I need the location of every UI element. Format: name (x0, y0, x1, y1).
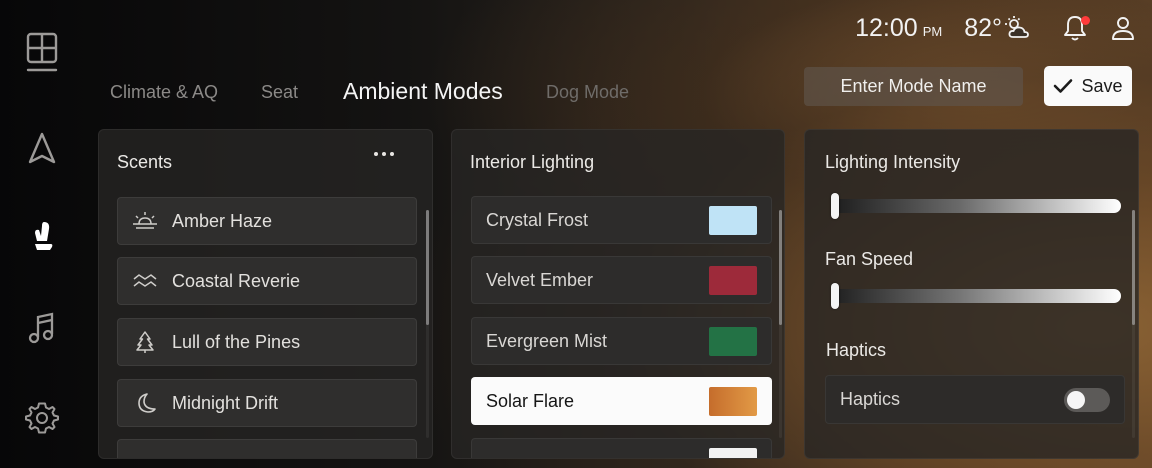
partly-cloudy-icon (1004, 15, 1032, 41)
scents-scrollbar[interactable] (426, 210, 429, 438)
intensity-slider[interactable] (831, 193, 1121, 219)
sunrise-icon (132, 208, 158, 234)
haptics-toggle-label: Haptics (840, 389, 901, 409)
lighting-item-solar-flare[interactable]: Solar Flare (471, 377, 772, 425)
color-swatch (709, 326, 757, 356)
intensity-slider-handle[interactable] (831, 193, 839, 219)
intensity-label: Lighting Intensity (825, 152, 961, 172)
tab-dog-mode[interactable]: Dog Mode (546, 82, 629, 103)
tab-seat[interactable]: Seat (261, 82, 298, 103)
music-icon[interactable] (22, 308, 62, 348)
settings-scrollbar[interactable] (1132, 210, 1135, 438)
toggle-knob (1067, 390, 1085, 409)
scent-item-amber-haze[interactable]: Amber Haze (117, 197, 417, 245)
user-icon[interactable] (1110, 14, 1136, 42)
sidebar (0, 0, 82, 468)
lighting-title: Interior Lighting (470, 152, 595, 172)
scent-item-lull-of-the-pines[interactable]: Lull of the Pines (117, 318, 417, 366)
scent-item-partial[interactable] (117, 439, 417, 458)
status-bar: 12:00 PM 82° (855, 12, 1136, 44)
lighting-label: Crystal Frost (486, 209, 589, 230)
haptics-toggle[interactable] (1064, 387, 1110, 412)
scent-item-coastal-reverie[interactable]: Coastal Reverie (117, 257, 417, 305)
color-swatch (709, 205, 757, 235)
settings-scroll-thumb[interactable] (1132, 210, 1135, 325)
pine-tree-icon (132, 329, 158, 355)
settings-panel: Lighting Intensity Fan Speed Haptics Hap… (804, 129, 1139, 459)
fan-speed-slider-handle[interactable] (831, 283, 839, 309)
scent-label: Midnight Drift (172, 392, 279, 413)
scents-scroll-thumb[interactable] (426, 210, 429, 325)
lighting-scrollbar[interactable] (779, 210, 782, 438)
scents-title: Scents (117, 152, 173, 172)
save-button[interactable]: Save (1044, 66, 1132, 106)
notification-dot (1081, 16, 1090, 25)
scents-panel: Scents Amber Haze Coastal Reverie Lull o… (98, 129, 433, 459)
tab-ambient-modes[interactable]: Ambient Modes (343, 78, 503, 105)
bell-icon[interactable] (1062, 14, 1090, 42)
lighting-panel: Interior Lighting Crystal Frost Velvet E… (451, 129, 785, 459)
haptics-row: Haptics (825, 375, 1125, 424)
fan-speed-slider[interactable] (831, 283, 1121, 309)
lighting-item-velvet-ember[interactable]: Velvet Ember (471, 256, 772, 304)
lighting-label: Evergreen Mist (486, 330, 608, 351)
scent-label: Amber Haze (172, 210, 273, 231)
color-swatch (709, 386, 757, 416)
moon-icon (132, 390, 158, 416)
seat-icon[interactable] (22, 216, 62, 256)
scent-item-midnight-drift[interactable]: Midnight Drift (117, 379, 417, 427)
more-horizontal-icon[interactable] (374, 152, 394, 156)
dashboard-icon[interactable] (22, 32, 62, 72)
color-swatch (709, 447, 757, 458)
waves-icon (132, 268, 158, 294)
lighting-item-crystal-frost[interactable]: Crystal Frost (471, 196, 772, 244)
haptics-section-label: Haptics (826, 340, 887, 360)
mode-name-input[interactable]: Enter Mode Name (804, 67, 1023, 106)
temperature: 82° (964, 13, 1002, 42)
clock-ampm: PM (922, 24, 943, 39)
lighting-label: Solar Flare (486, 390, 575, 411)
scent-label: Coastal Reverie (172, 270, 301, 291)
lighting-item-evergreen-mist[interactable]: Evergreen Mist (471, 317, 772, 365)
scent-label: Lull of the Pines (172, 331, 301, 352)
fan-speed-label: Fan Speed (825, 249, 914, 269)
save-label: Save (1081, 75, 1123, 96)
tab-climate-aq[interactable]: Climate & AQ (110, 82, 218, 103)
check-icon (1053, 78, 1073, 94)
lighting-scroll-thumb[interactable] (779, 210, 782, 325)
lighting-item-partial[interactable] (471, 438, 772, 458)
lighting-label: Velvet Ember (486, 269, 594, 290)
gear-icon[interactable] (22, 398, 62, 438)
color-swatch (709, 265, 757, 295)
navigation-icon[interactable] (22, 128, 62, 168)
clock-time: 12:00 (855, 13, 918, 42)
